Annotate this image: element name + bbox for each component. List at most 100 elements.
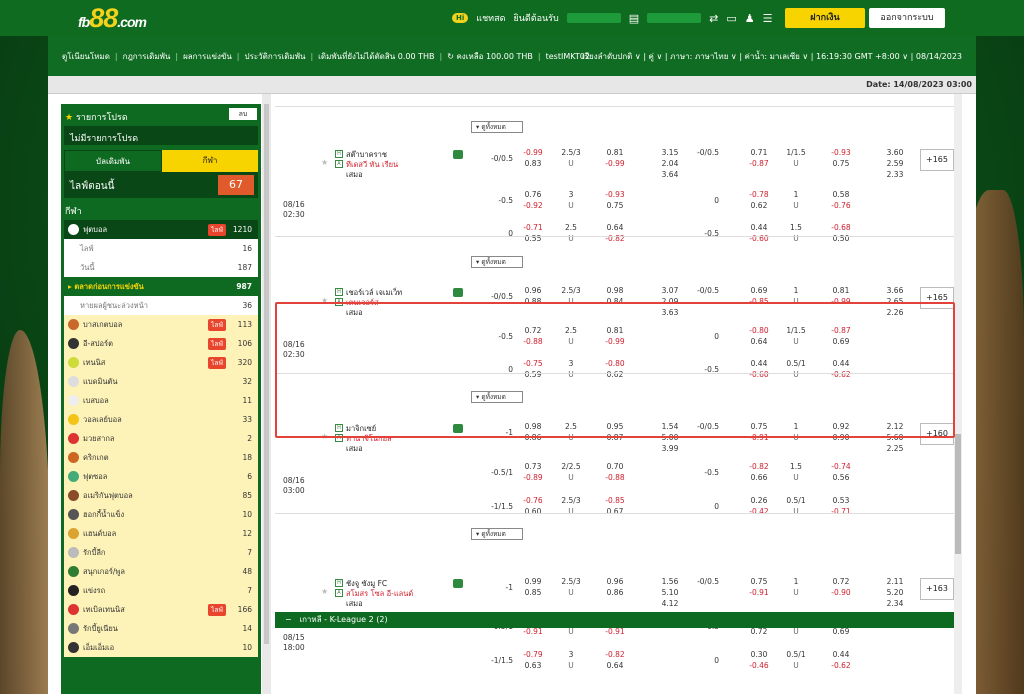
sidebar-scrollbar-thumb[interactable]	[264, 104, 269, 644]
promo-icon[interactable]: ▭	[726, 12, 736, 25]
wallet-icon[interactable]: ▤	[629, 12, 639, 25]
sidebar-item-early-market[interactable]: ▸ ตลาดก่อนการแข่งขัน 987	[64, 277, 258, 296]
odds-value[interactable]: -0.90	[817, 588, 865, 597]
refresh-icon[interactable]: ↻	[447, 52, 456, 61]
sidebar-item-sport[interactable]: รักบี้ลีก 7	[64, 543, 258, 562]
favorite-star-icon[interactable]: ★	[321, 587, 328, 596]
sidebar-item-sport[interactable]: คริกเกต 18	[64, 448, 258, 467]
more-odds-dropdown[interactable]: ▾ ดูทั้งหมด	[471, 256, 523, 268]
chat-hi-icon[interactable]: Hi	[452, 13, 469, 23]
odds-value[interactable]: 0.69	[817, 627, 865, 636]
live-now[interactable]: ไลฟ์ตอนนี้ 67	[64, 172, 258, 198]
odds-value[interactable]: -0.68	[817, 223, 865, 232]
odds-value[interactable]: -0.91	[591, 627, 639, 636]
nav-settings[interactable]: เรียงลำดับปกติ ∨ | คู่ ∨ | ภาษา: ภาษาไทย…	[582, 50, 962, 63]
odds-value[interactable]: -0.93	[591, 190, 639, 199]
sidebar-item-sport[interactable]: บาสเกตบอล ไลฟ์ 113	[64, 315, 258, 334]
odds-value[interactable]: 0.64	[591, 223, 639, 232]
account-icon[interactable]: ♟	[745, 12, 755, 25]
odds-value[interactable]: 0.81	[591, 148, 639, 157]
odds-value[interactable]: -0.99	[591, 159, 639, 168]
stats-icon[interactable]	[453, 150, 463, 159]
sidebar-item-sport[interactable]: อเมริกันฟุตบอล 85	[64, 486, 258, 505]
odds-value[interactable]: 2.11	[871, 577, 919, 586]
sidebar-item-football-live[interactable]: ไลฟ์ 16	[64, 239, 258, 258]
sidebar-item-sport[interactable]: เทนนิส ไลฟ์ 320	[64, 353, 258, 372]
favorites-clear-button[interactable]: ลบ	[229, 108, 257, 120]
odds-value[interactable]: -0.93	[817, 148, 865, 157]
odds-value[interactable]: 2.04	[646, 159, 694, 168]
nav-rules[interactable]: กฎการเดิมพัน	[123, 50, 171, 63]
odds-value[interactable]: 0.44	[817, 650, 865, 659]
main-scrollbar-thumb[interactable]	[955, 434, 961, 554]
odds-value[interactable]: -0.82	[591, 650, 639, 659]
tab-sports[interactable]: กีฬา	[162, 150, 258, 172]
sidebar-item-sport[interactable]: ฟุตซอล 6	[64, 467, 258, 486]
odds-value[interactable]: 4.12	[646, 599, 694, 608]
odds-value[interactable]: 0.96	[591, 577, 639, 586]
odds-value[interactable]: -0.88	[591, 473, 639, 482]
odds-value[interactable]: 5.20	[871, 588, 919, 597]
odds-value[interactable]: 2.33	[871, 170, 919, 179]
odds-value[interactable]: 0.58	[817, 190, 865, 199]
chat-link[interactable]: แชทสด	[476, 11, 505, 25]
sidebar-item-football-today[interactable]: วันนี้ 187	[64, 258, 258, 277]
sidebar-item-outright[interactable]: หายผลผู้ชนะล่วงหน้า 36	[64, 296, 258, 315]
sidebar-item-sport[interactable]: เอ็มเอ็มเอ 10	[64, 638, 258, 657]
main-scrollbar[interactable]	[954, 94, 962, 694]
more-markets-button[interactable]: +163	[920, 578, 954, 600]
sidebar-item-sport[interactable]: มวยสากล 2	[64, 429, 258, 448]
odds-value[interactable]: 0.53	[817, 496, 865, 505]
odds-value[interactable]: -0.71	[817, 507, 865, 516]
odds-value[interactable]: 3.99	[646, 444, 694, 453]
odds-value[interactable]: 0.86	[591, 588, 639, 597]
more-odds-dropdown[interactable]: ▾ ดูทั้งหมด	[471, 528, 523, 540]
odds-value[interactable]: 0.72	[817, 577, 865, 586]
sidebar-item-sport[interactable]: ฮอกกี้น้ำแข็ง 10	[64, 505, 258, 524]
odds-value[interactable]: -0.76	[817, 201, 865, 210]
nav-bet-history[interactable]: ประวัติการเดิมพัน	[245, 50, 306, 63]
odds-value[interactable]: 0.98	[591, 286, 639, 295]
sidebar-item-sport[interactable]: รักบี้ยูเนียน 14	[64, 619, 258, 638]
odds-value[interactable]: 0.81	[817, 286, 865, 295]
more-markets-button[interactable]: +165	[920, 149, 954, 171]
odds-value[interactable]: 0.75	[817, 159, 865, 168]
favorite-star-icon[interactable]: ★	[321, 158, 328, 167]
deposit-button[interactable]: ฝากเงิน	[785, 8, 865, 28]
sidebar-item-football[interactable]: ฟุตบอล ไลฟ์ 1210	[64, 220, 258, 239]
sidebar-item-sport[interactable]: สนุกเกอร์/พูล 48	[64, 562, 258, 581]
transfer-icon[interactable]: ⇄	[709, 12, 718, 25]
bets-list-icon[interactable]: ☰	[763, 12, 773, 25]
site-logo[interactable]: fb88.com	[78, 3, 147, 34]
odds-value[interactable]: 5.10	[646, 588, 694, 597]
odds-value[interactable]: 0.67	[591, 507, 639, 516]
odds-value[interactable]: 2.59	[871, 159, 919, 168]
stats-icon[interactable]	[453, 288, 463, 297]
sidebar-item-sport[interactable]: วอลเลย์บอล 33	[64, 410, 258, 429]
tab-bet-slip[interactable]: บัลเดิมพัน	[64, 150, 162, 172]
odds-value[interactable]: -0.62	[817, 661, 865, 670]
odds-value[interactable]: 3.66	[871, 286, 919, 295]
league-header[interactable]: − เกาหลี - K-League 2 (2)	[275, 612, 954, 628]
odds-value[interactable]: 3.64	[646, 170, 694, 179]
odds-value[interactable]: 2.34	[871, 599, 919, 608]
sidebar-item-sport[interactable]: เบสบอล 11	[64, 391, 258, 410]
more-odds-dropdown[interactable]: ▾ ดูทั้งหมด	[471, 121, 523, 133]
sidebar-item-sport[interactable]: แข่งรถ 7	[64, 581, 258, 600]
sidebar-scrollbar[interactable]	[262, 94, 271, 694]
odds-value[interactable]: -0.74	[817, 462, 865, 471]
odds-value[interactable]: -0.85	[591, 496, 639, 505]
sidebar-item-sport[interactable]: เทเบิลเทนนิส ไลฟ์ 166	[64, 600, 258, 619]
stats-icon[interactable]	[453, 579, 463, 588]
nav-unsettled[interactable]: เดิมพันที่ยังไม่ได้ตัดสิน 0.00 THB	[318, 50, 434, 63]
odds-value[interactable]: 0.75	[591, 201, 639, 210]
odds-value[interactable]: 3.60	[871, 148, 919, 157]
sidebar-item-sport[interactable]: อี-สปอร์ต ไลฟ์ 106	[64, 334, 258, 353]
odds-value[interactable]: 0.56	[817, 473, 865, 482]
nav-tournament-mode[interactable]: ตูโเนียนโหมด	[62, 50, 110, 63]
odds-value[interactable]: 0.70	[591, 462, 639, 471]
sidebar-item-sport[interactable]: แฮนด์บอล 12	[64, 524, 258, 543]
logout-button[interactable]: ออกจากระบบ	[869, 8, 945, 28]
odds-value[interactable]: 0.64	[591, 661, 639, 670]
nav-results[interactable]: ผลการแข่งขัน	[183, 50, 232, 63]
